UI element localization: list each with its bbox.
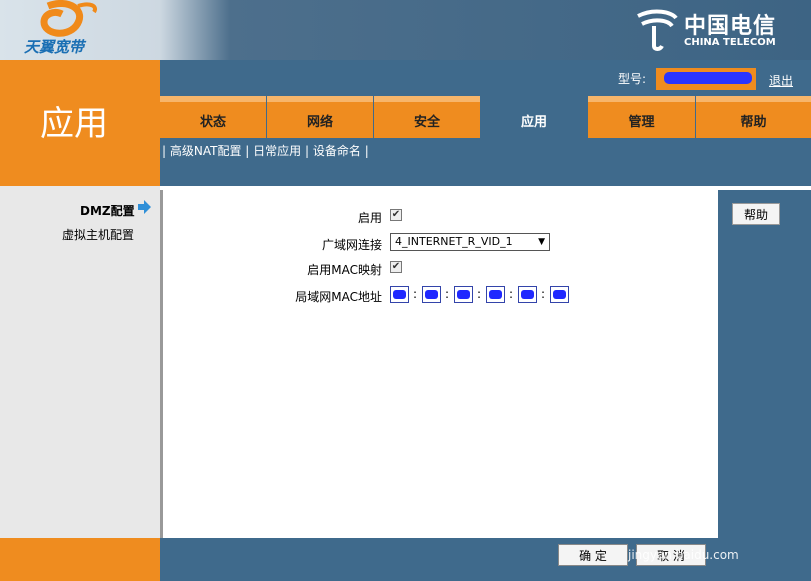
caret-down-icon: ▼ — [538, 237, 545, 247]
help-button[interactable]: 帮助 — [732, 203, 780, 225]
sidebar-item-virtual-host[interactable]: 虚拟主机配置 — [62, 226, 134, 243]
mac-octet-6[interactable] — [550, 286, 569, 303]
subnav-item-nat[interactable]: 高级NAT配置 — [170, 144, 242, 158]
mac-separator: : — [509, 287, 514, 301]
mac-octet-2[interactable] — [422, 286, 441, 303]
tab-network[interactable]: 网络 — [267, 96, 373, 138]
subnav-item-device-naming[interactable]: 设备命名 — [313, 144, 361, 158]
wan-select-value: 4_INTERNET_R_VID_1 — [395, 235, 513, 248]
brand-left: 天翼宽带 — [24, 38, 85, 56]
model-label: 型号: — [618, 72, 647, 86]
sub-nav: | 高级NAT配置 | 日常应用 | 设备命名 | — [162, 142, 369, 159]
main-tabs: 状态 网络 安全 应用 管理 帮助 — [160, 96, 811, 138]
mac-separator: : — [445, 287, 450, 301]
redaction-mark — [393, 290, 406, 299]
subnav-separator: | — [305, 144, 310, 158]
header: 天翼宽带 中国电信 CHINA TELECOM — [0, 0, 811, 60]
page-title: 应用 — [40, 104, 108, 144]
tab-management[interactable]: 管理 — [588, 96, 695, 138]
subnav-separator: | — [162, 144, 167, 158]
mac-octet-4[interactable] — [486, 286, 505, 303]
redaction-mark — [521, 290, 534, 299]
brand-right-cn: 中国电信 — [684, 14, 777, 39]
confirm-button[interactable]: 确 定 — [558, 544, 628, 566]
tab-status[interactable]: 状态 — [160, 96, 266, 138]
mac-octet-1[interactable] — [390, 286, 409, 303]
subnav-item-daily[interactable]: 日常应用 — [253, 144, 301, 158]
mac-map-checkbox[interactable]: ✔ — [390, 261, 402, 273]
mac-separator: : — [413, 287, 418, 301]
redaction-mark — [457, 290, 470, 299]
wan-select[interactable]: 4_INTERNET_R_VID_1 ▼ — [390, 233, 550, 251]
model-value-redacted — [664, 72, 752, 84]
mac-separator: : — [477, 287, 482, 301]
watermark-text: Bai经验 — [620, 512, 704, 537]
mac-octet-5[interactable] — [518, 286, 537, 303]
right-column — [718, 190, 811, 538]
logout-link[interactable]: 退出 — [769, 72, 793, 89]
subnav-separator: | — [364, 144, 369, 158]
footer-left — [0, 538, 160, 581]
mac-octet-3[interactable] — [454, 286, 473, 303]
watermark-sub: jingyan.baidu.com — [628, 548, 739, 562]
redaction-mark — [553, 290, 566, 299]
tab-help[interactable]: 帮助 — [696, 96, 811, 138]
brand-right-en: CHINA TELECOM — [684, 37, 776, 48]
sidebar-item-dmz[interactable]: DMZ配置 — [80, 202, 135, 219]
tab-security[interactable]: 安全 — [374, 96, 480, 138]
subnav-separator: | — [245, 144, 250, 158]
enable-checkbox[interactable]: ✔ — [390, 209, 402, 221]
enable-label: 启用 — [357, 211, 382, 225]
mac-separator: : — [541, 287, 546, 301]
arrow-right-icon — [138, 200, 151, 214]
lan-mac-label: 局域网MAC地址 — [295, 290, 382, 304]
redaction-mark — [489, 290, 502, 299]
tab-application[interactable]: 应用 — [481, 96, 587, 138]
mac-map-label: 启用MAC映射 — [307, 263, 382, 277]
wan-label: 广域网连接 — [321, 238, 382, 252]
redaction-mark — [425, 290, 438, 299]
